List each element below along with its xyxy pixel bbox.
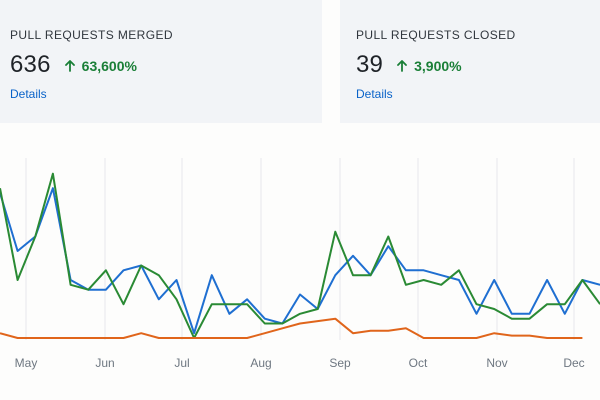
- x-tick-label: Dec: [563, 356, 584, 370]
- chart-x-axis: May Jun Jul Aug Sep Oct Nov Dec: [15, 356, 585, 370]
- merged-change-value: 63,600%: [81, 58, 137, 74]
- merged-value: 636: [10, 51, 51, 78]
- x-tick-label: Jul: [174, 356, 189, 370]
- closed-stat-row: 39 3,900%: [356, 51, 590, 79]
- series-line: [0, 172, 600, 339]
- closed-value: 39: [356, 51, 384, 78]
- arrow-up-icon: [64, 60, 75, 72]
- merged-stat-row: 636 63,600%: [10, 51, 312, 79]
- merged-change: 63,600%: [64, 58, 137, 74]
- series-line: [0, 317, 583, 339]
- arrow-up-icon: [397, 60, 408, 72]
- x-tick-label: Oct: [409, 356, 428, 370]
- x-tick-label: Aug: [250, 356, 271, 370]
- series-line: [0, 187, 600, 335]
- x-tick-label: Nov: [486, 356, 507, 370]
- chart-gridlines: [25, 158, 575, 340]
- closed-details-link[interactable]: Details: [356, 87, 393, 101]
- merged-label: PULL REQUESTS MERGED: [10, 28, 173, 42]
- closed-change-value: 3,900%: [414, 58, 462, 74]
- closed-label: PULL REQUESTS CLOSED: [356, 28, 516, 42]
- x-tick-label: Jun: [95, 356, 114, 370]
- pull-requests-closed-card: PULL REQUESTS CLOSED 39 3,900% Details: [340, 0, 600, 123]
- chart-series: [0, 172, 600, 339]
- closed-change: 3,900%: [397, 58, 462, 74]
- pull-requests-line-chart: May Jun Jul Aug Sep Oct Nov Dec: [0, 158, 600, 370]
- pull-requests-merged-card: PULL REQUESTS MERGED 636 63,600% Details: [0, 0, 322, 123]
- x-tick-label: Sep: [329, 356, 351, 370]
- x-tick-label: May: [15, 356, 38, 370]
- merged-details-link[interactable]: Details: [10, 87, 47, 101]
